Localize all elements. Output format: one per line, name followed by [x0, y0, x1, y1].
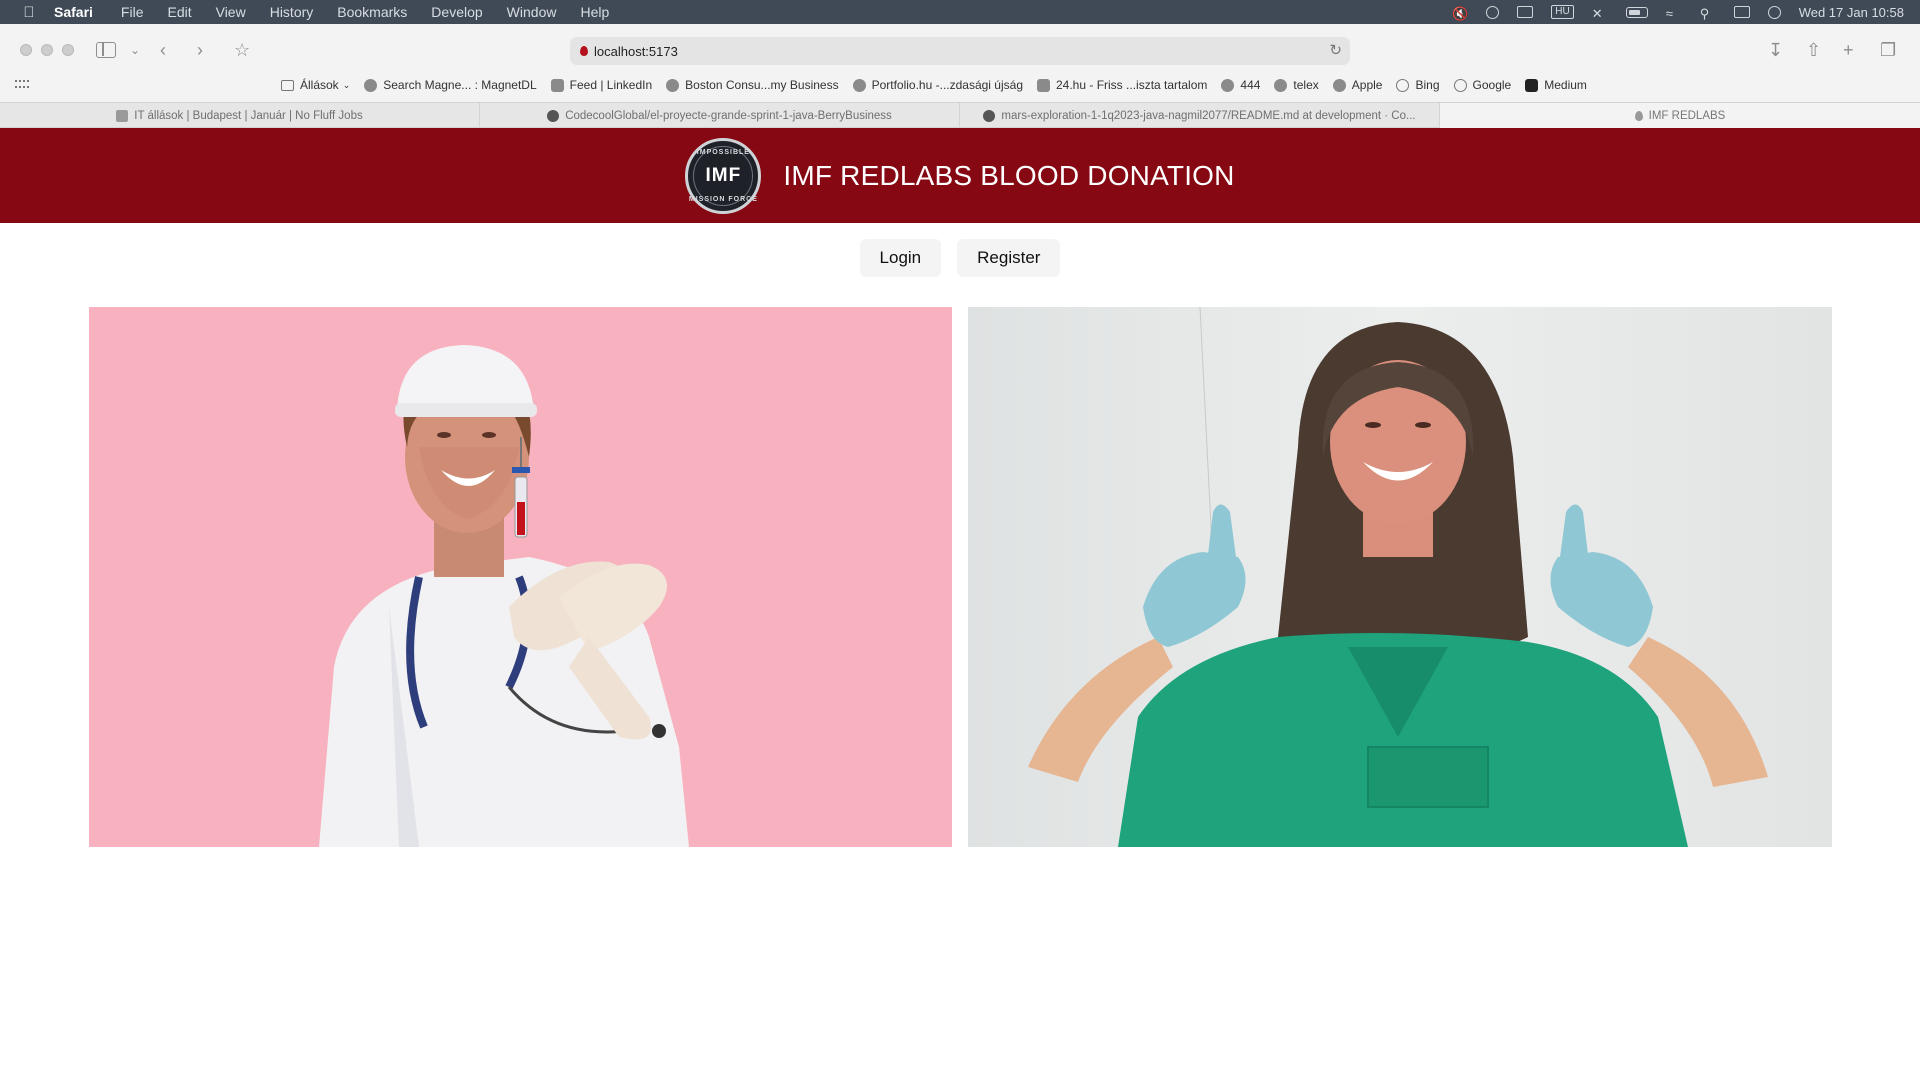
minimize-window-button[interactable] — [41, 44, 53, 56]
bookmark-bing[interactable]: Bing — [1396, 78, 1440, 92]
window-controls — [20, 44, 74, 56]
reload-icon[interactable]: ↻ — [1329, 41, 1342, 59]
close-window-button[interactable] — [20, 44, 32, 56]
battery-icon[interactable] — [1625, 6, 1648, 18]
github-icon — [547, 109, 560, 122]
menu-window[interactable]: Window — [507, 4, 557, 20]
chevron-down-icon[interactable]: ⌄ — [130, 38, 140, 62]
spotlight-search-icon[interactable]: ⚲ — [1700, 6, 1716, 21]
menu-help[interactable]: Help — [580, 4, 609, 20]
nofluffjobs-favicon-icon — [116, 109, 129, 122]
login-button[interactable]: Login — [859, 239, 942, 277]
doctor-syringe-illustration — [89, 307, 952, 847]
wifi-icon[interactable]: ≈ — [1666, 6, 1682, 21]
menu-bar-clock[interactable]: Wed 17 Jan 10:58 — [1799, 5, 1904, 20]
menu-history[interactable]: History — [270, 4, 314, 20]
share-icon[interactable]: ⇧ — [1806, 38, 1821, 62]
address-url[interactable]: localhost:5173 — [594, 44, 678, 59]
imf-logo: IMPOSSIBLE IMF MISSION FORCE — [685, 137, 762, 214]
google-icon — [1453, 78, 1467, 92]
tab-github-mars-exploration[interactable]: mars-exploration-1-1q2023-java-nagmil207… — [960, 103, 1440, 128]
bluetooth-icon[interactable]: ✕ — [1592, 6, 1608, 21]
status-app-icon[interactable] — [1517, 6, 1534, 18]
star-bookmark-icon[interactable]: ☆ — [234, 38, 250, 62]
new-tab-plus-icon[interactable]: + — [1843, 38, 1854, 62]
site-favicon-drop-icon — [580, 46, 588, 56]
logo-center-text: IMF — [705, 164, 742, 186]
siri-icon[interactable] — [1767, 5, 1781, 19]
bookmark-24hu[interactable]: 24.hu - Friss ...iszta tartalom — [1037, 78, 1207, 92]
menu-bookmarks[interactable]: Bookmarks — [337, 4, 407, 20]
downloads-icon[interactable]: ↧ — [1768, 38, 1783, 62]
tab-nofluffjobs[interactable]: IT állások | Budapest | Január | No Fluf… — [0, 103, 480, 128]
bookmark-apple[interactable]: Apple — [1332, 78, 1382, 92]
magnet-icon — [364, 78, 378, 92]
bing-icon — [1396, 78, 1410, 92]
bookmark-medium[interactable]: Medium — [1525, 78, 1587, 92]
logo-bottom-text: MISSION FORCE — [688, 195, 758, 203]
bookmark-telex[interactable]: telex — [1274, 78, 1319, 92]
surgeon-thumbs-up-illustration — [968, 307, 1832, 847]
bookmark-444[interactable]: 444 — [1221, 78, 1260, 92]
forward-arrow-icon[interactable]: › — [197, 38, 203, 62]
hero-image-doctor-syringe — [89, 307, 952, 847]
tab-overview-icon[interactable]: ❐ — [1880, 38, 1896, 62]
tab-bar: IT állások | Budapest | Január | No Fluf… — [0, 102, 1920, 128]
status-circle-icon[interactable] — [1486, 5, 1500, 19]
back-arrow-icon[interactable]: ‹ — [160, 38, 166, 62]
sidebar-toggle-icon[interactable] — [96, 42, 116, 58]
volume-muted-icon[interactable]: 🔇 — [1452, 6, 1468, 21]
medium-icon — [1525, 78, 1539, 92]
blood-drop-icon — [1634, 110, 1643, 121]
folder-icon — [281, 79, 294, 91]
tab-github-berrybusiness[interactable]: CodecoolGlobal/el-proyecte-grande-sprint… — [480, 103, 960, 128]
register-button[interactable]: Register — [957, 239, 1061, 277]
bookmark-portfolio[interactable]: Portfolio.hu -...zdasági újság — [852, 78, 1023, 92]
apple-menu-icon[interactable]:  — [16, 4, 42, 21]
bookmark-linkedin[interactable]: Feed | LinkedIn — [550, 78, 652, 92]
logo-top-text: IMPOSSIBLE — [696, 148, 750, 156]
24hu-icon — [1037, 78, 1050, 92]
hero-image-surgeon-thumbs-up — [968, 307, 1832, 847]
control-center-icon[interactable] — [1733, 6, 1750, 18]
site-title: IMF REDLABS BLOOD DONATION — [783, 159, 1235, 191]
auth-buttons: Login Register — [0, 239, 1920, 277]
web-page: IMPOSSIBLE IMF MISSION FORCE IMF REDLABS… — [0, 128, 1920, 1080]
menu-file[interactable]: File — [121, 4, 144, 20]
menu-app-safari[interactable]: Safari — [54, 4, 93, 20]
bookmark-allasok[interactable]: Állások ⌄ — [281, 78, 350, 92]
browser-toolbar: ⌄ ‹ › ☆ localhost:5173 ↻ ↧ ⇧ + ❐ Állások… — [0, 24, 1920, 102]
bookmark-magnetdl[interactable]: Search Magne... : MagnetDL — [364, 78, 537, 92]
telex-icon — [1274, 78, 1288, 92]
menu-develop[interactable]: Develop — [431, 4, 482, 20]
zoom-window-button[interactable] — [62, 44, 74, 56]
bookmarks-bar: Állások ⌄ Search Magne... : MagnetDL Feed… — [0, 72, 1920, 98]
globe-icon — [1221, 78, 1235, 92]
tab-imf-redlabs[interactable]: IMF REDLABS — [1440, 103, 1920, 128]
screen:  Safari File Edit View History Bookmark… — [0, 0, 1920, 1080]
site-header: IMPOSSIBLE IMF MISSION FORCE IMF REDLABS… — [0, 128, 1920, 223]
address-bar[interactable]: localhost:5173 ↻ — [570, 37, 1350, 65]
portfolio-icon — [852, 78, 866, 92]
menu-bar-status-area: 🔇 HU ✕ ≈ ⚲ Wed 17 Jan 10:58 — [1452, 0, 1904, 24]
bcg-icon — [666, 78, 680, 92]
apple-icon — [1332, 78, 1346, 92]
bookmark-bcg[interactable]: Boston Consu...my Business — [666, 78, 839, 92]
github-icon — [983, 109, 996, 122]
bookmarks-grid-icon[interactable] — [15, 80, 29, 90]
bookmark-google[interactable]: Google — [1453, 78, 1511, 92]
menu-edit[interactable]: Edit — [167, 4, 191, 20]
input-source-indicator[interactable]: HU — [1551, 5, 1574, 19]
linkedin-icon — [550, 78, 564, 92]
menu-view[interactable]: View — [216, 4, 246, 20]
macos-menu-bar:  Safari File Edit View History Bookmark… — [0, 0, 1920, 24]
